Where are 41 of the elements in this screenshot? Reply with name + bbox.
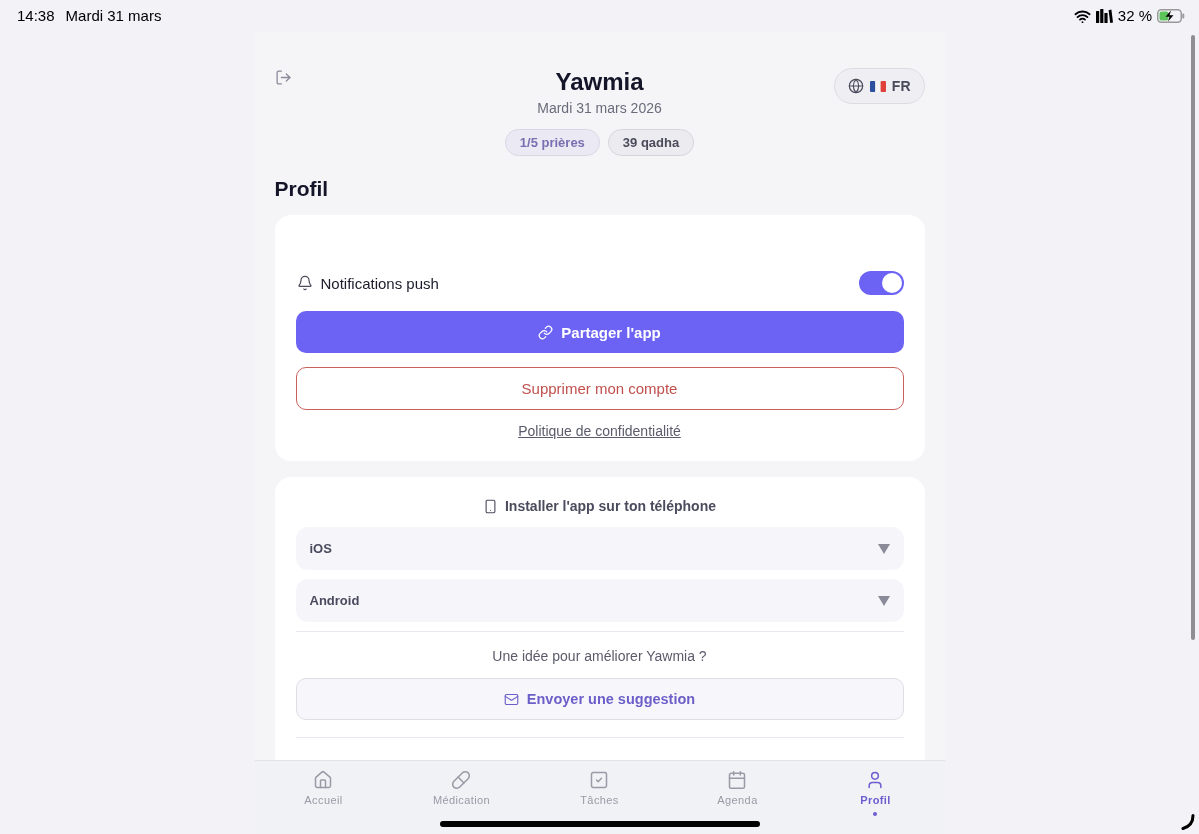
checkbox-icon (589, 770, 610, 790)
accordion-item[interactable]: Android (295, 579, 904, 622)
accordion-item[interactable]: iOS (295, 527, 904, 570)
nav-tab[interactable]: Profil (858, 770, 893, 816)
section-title: Installer l'app sur ton téléphone (505, 497, 716, 515)
date-subtitle: Mardi 31 mars 2026 (537, 99, 662, 118)
nav-tab[interactable]: Médication (430, 770, 493, 807)
logout-icon[interactable] (274, 69, 292, 86)
caret-icon (877, 543, 890, 554)
battery-icon (1157, 9, 1185, 23)
status-date: Mardi 31 mars (65, 7, 162, 25)
globe-icon (847, 78, 864, 94)
resize-handle-icon[interactable] (1181, 814, 1195, 830)
nav-tab[interactable]: Agenda (715, 770, 760, 807)
toggle-switch[interactable] (858, 271, 904, 295)
status-time: 14:38 (17, 7, 55, 25)
active-dot-icon (873, 812, 878, 816)
delete-account-button[interactable]: Supprimer mon compte (295, 367, 904, 410)
nav-tab[interactable]: Tâches (578, 770, 621, 807)
house-icon (313, 770, 334, 790)
status-pill: 39 qadha (607, 129, 695, 156)
app-title: Yawmia (555, 68, 644, 96)
privacy-link[interactable]: Politique de confidentialité (518, 421, 681, 441)
bell-icon (296, 275, 313, 291)
battery-percentage: 32 % (1117, 7, 1152, 25)
language-button[interactable]: FR (833, 68, 925, 104)
suggestion-prompt: Une idée pour améliorer Yawmia ? (491, 647, 708, 666)
suggestion-button[interactable]: Envoyer une suggestion (295, 678, 904, 720)
mail-icon (503, 691, 519, 707)
caret-icon (877, 595, 890, 606)
page-title: Profil (274, 176, 330, 202)
setting-label: Notifications push (320, 274, 439, 292)
calendar-icon (727, 770, 748, 790)
status-pill: 1/5 prières (504, 129, 600, 156)
share-button[interactable]: Partager l'app (295, 311, 904, 353)
flag-icon (869, 80, 886, 92)
link-icon (538, 324, 554, 340)
books-icon (1095, 9, 1113, 23)
phone-icon (483, 498, 498, 514)
pill-icon (451, 770, 472, 790)
nav-tab[interactable]: Accueil (302, 770, 345, 807)
